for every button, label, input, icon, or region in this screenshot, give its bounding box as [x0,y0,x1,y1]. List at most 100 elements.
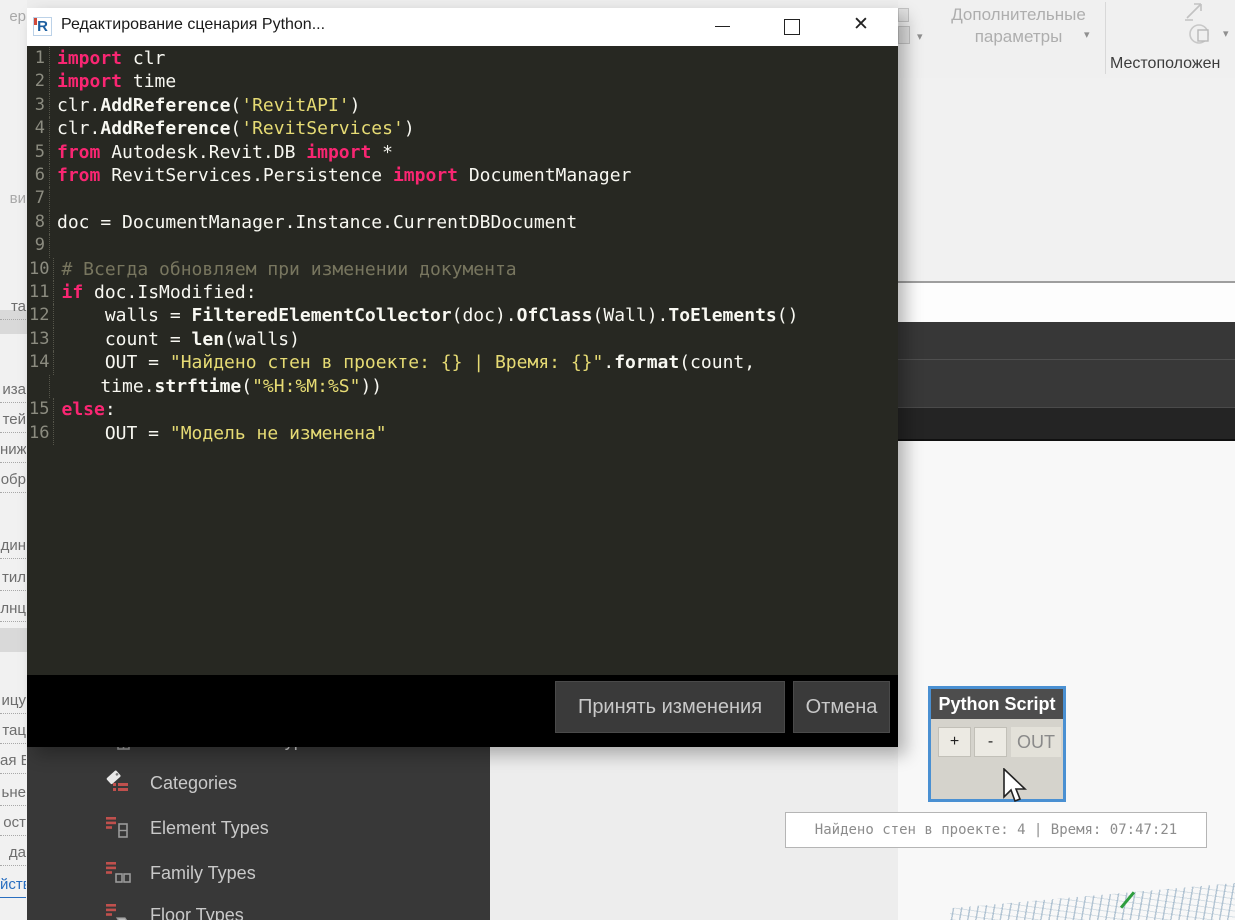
code-line: 2 import time [27,70,898,94]
code-text: clr.AddReference('RevitServices') [49,117,415,141]
remove-input-button[interactable]: - [974,727,1007,757]
properties-text-fragment: обр [0,471,26,493]
library-item-floor-types[interactable]: Floor Types [105,900,244,920]
code-line: 12 walls = FilteredElementCollector(doc)… [27,304,898,328]
revit-icon: R [33,17,52,36]
line-number: 12 [29,305,50,326]
properties-text-fragment: тац [0,722,26,744]
properties-text-fragment: ая В [0,752,26,774]
chevron-down-icon[interactable]: ▾ [1084,28,1090,41]
code-text: time.strftime("%H:%M:%S")) [49,374,382,399]
library-item-categories[interactable]: Categories [105,768,237,798]
ribbon-icon-fragment [898,26,910,44]
properties-text-fragment: ер [9,8,26,25]
line-number: 5 [34,141,45,162]
properties-group-band [0,628,27,652]
properties-text-fragment: ьне [0,784,26,806]
python-script-node[interactable]: Python Script + - OUT [928,686,1066,802]
code-text: from RevitServices.Persistence import Do… [49,164,631,188]
properties-text-fragment: ицу [0,692,26,714]
line-number: 2 [34,71,45,92]
chevron-down-icon[interactable]: ▾ [917,30,923,43]
position-icon[interactable] [1186,20,1214,48]
line-number: 9 [34,235,45,256]
line-number: 6 [34,165,45,186]
python-editor-dialog: R Редактирование сценария Python... ✕ 1i… [27,8,898,747]
accept-changes-button[interactable]: Принять изменения [555,681,785,733]
code-line: 6 from RevitServices.Persistence import D… [27,164,898,188]
line-number: 16 [29,422,50,443]
dynamo-canvas[interactable] [898,441,1235,920]
mouse-cursor [1003,768,1027,803]
code-text: # Всегда обновляем при изменении докумен… [53,257,517,282]
node-title[interactable]: Python Script [931,689,1063,719]
properties-text-fragment: дин [0,537,26,559]
close-button[interactable]: ✕ [853,13,869,36]
line-number: 4 [34,118,45,139]
maximize-button[interactable] [784,19,800,35]
line-number: 13 [29,328,50,349]
library-item-label: Element Types [150,817,269,838]
library-item-element-types[interactable]: Element Types [105,813,269,843]
library-item-label: Floor Types [150,904,244,920]
revit-ribbon: ▾ Дополнительные параметры ▾ ▾ Местополо… [898,0,1235,79]
cancel-button[interactable]: Отмена [793,681,890,733]
properties-text-fragment: ниж [0,441,26,463]
code-line: time.strftime("%H:%M:%S")) [27,374,898,399]
background-white-band [898,281,1235,322]
properties-link-fragment[interactable]: йств [0,876,26,898]
code-text: OUT = "Найдено стен в проекте: {} | Врем… [53,351,755,375]
revit-properties-sliver: ер ви та иза тей ниж обр дин тил лнц ицу тац ая В ьне… [0,0,27,920]
code-text: if doc.IsModified: [53,281,257,305]
code-line: 1 import clr [27,47,898,71]
code-line: 4 clr.AddReference('RevitServices') [27,117,898,141]
categories-icon [105,770,131,796]
properties-text-fragment: та [0,298,26,320]
code-line: 3 clr.AddReference('RevitAPI') [27,93,898,118]
code-line: 7 [27,187,898,211]
background-dark-band [898,359,1235,407]
code-editor[interactable]: 1 import clr 2 import time 3 clr.AddReference… [27,46,898,675]
line-number: 15 [29,399,50,420]
line-number: 3 [34,94,45,115]
properties-text-fragment: тей [0,411,26,433]
code-line: 9 [27,234,898,258]
library-item-label: Family Types [150,862,256,883]
floor-types-icon [105,902,131,920]
code-text: else: [53,398,116,422]
line-number: 14 [29,352,50,373]
out-port[interactable]: OUT [1011,727,1061,757]
line-number: 10 [29,258,50,279]
screen: ер ви та иза тей ниж обр дин тил лнц ицу тац ая В ьне… [0,0,1235,920]
coordinates-arrow-icon[interactable] [1183,0,1207,22]
properties-text-fragment: ви [9,190,26,207]
chevron-down-icon[interactable]: ▾ [1223,27,1229,40]
code-line: 10 # Всегда обновляем при изменении докум… [27,257,898,282]
code-text [49,234,68,258]
code-text: count = len(walls) [53,327,300,352]
minimize-button[interactable] [715,26,730,28]
ribbon-group-label: Местоположен [1110,55,1221,72]
ribbon-icon-fragment [898,8,909,22]
code-text: from Autodesk.Revit.DB import * [49,140,393,165]
properties-text-fragment: лнц [0,600,26,622]
line-number [27,375,49,398]
code-text: import clr [49,47,165,71]
additional-parameters-label: Дополнительные параметры [951,5,1086,46]
properties-text-fragment: тил [0,569,26,591]
code-line: 13 count = len(walls) [27,327,898,352]
code-line: 5 from Autodesk.Revit.DB import * [27,140,898,165]
dialog-titlebar[interactable]: R Редактирование сценария Python... ✕ [27,8,898,46]
code-text: import time [49,70,176,94]
code-lines: 1 import clr 2 import time 3 clr.AddReference… [27,46,898,445]
code-line: 8 doc = DocumentManager.Instance.CurrentD… [27,210,898,235]
code-line: 15 else: [27,398,898,422]
line-number: 1 [34,48,45,68]
properties-text-fragment: да [0,844,26,866]
add-input-button[interactable]: + [938,727,971,757]
preview-bubble: Найдено стен в проекте: 4 | Время: 07:47… [785,812,1207,848]
element-types-icon [105,815,131,841]
additional-parameters-button[interactable]: Дополнительные параметры [936,4,1101,48]
library-item-family-types[interactable]: Family Types [105,858,256,888]
code-line: 11 if doc.IsModified: [27,281,898,305]
